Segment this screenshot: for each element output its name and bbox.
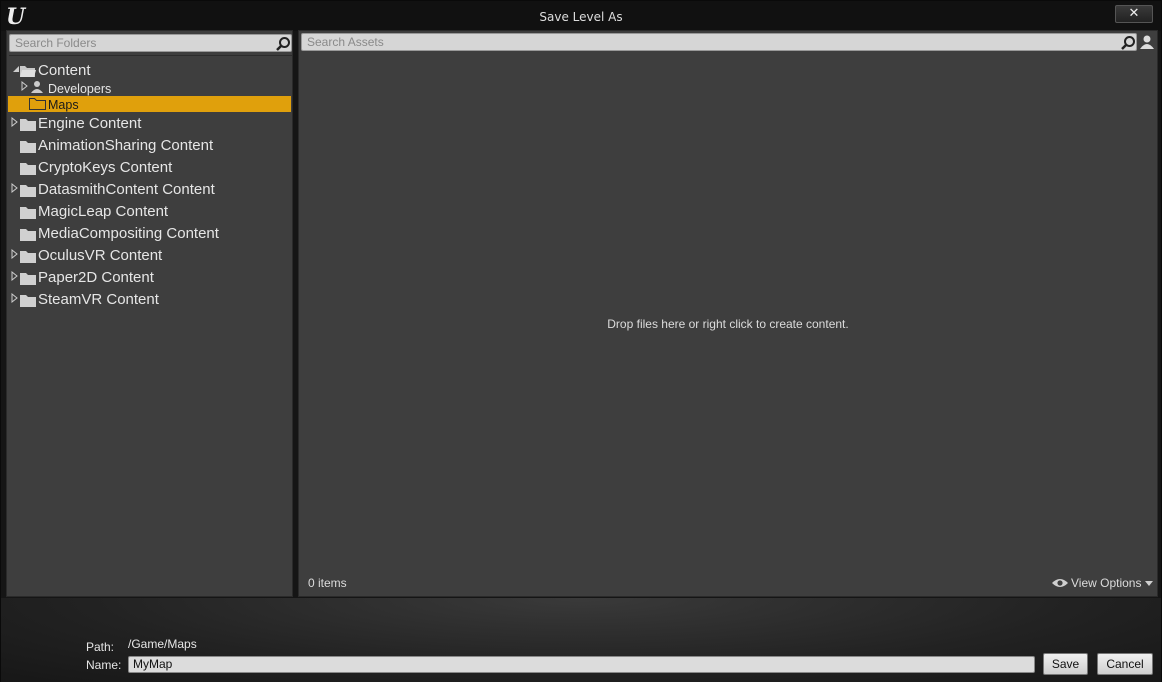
user-filter-icon[interactable] (1139, 34, 1155, 50)
view-options-label: View Options (1071, 576, 1142, 590)
tree-item-label: MediaCompositing Content (38, 225, 219, 242)
folder-open-icon (29, 98, 46, 110)
tree-item-content[interactable]: Content (7, 61, 292, 81)
empty-content-message: Drop files here or right click to create… (607, 317, 849, 331)
tree-item-label: SteamVR Content (38, 291, 159, 308)
tree-item-paper2d-content[interactable]: Paper2D Content (7, 268, 292, 288)
tree-item-label: MagicLeap Content (38, 203, 169, 220)
collapsed-arrow-icon[interactable] (11, 117, 19, 127)
save-level-dialog: U Save Level As ✕ Content Developer (0, 0, 1162, 682)
tree-item-label: OculusVR Content (38, 247, 163, 264)
title-bar[interactable]: U Save Level As ✕ (1, 1, 1161, 31)
folder-icon (20, 163, 36, 175)
folder-icon (20, 229, 36, 241)
user-icon (31, 81, 43, 93)
tree-item-animationsharing-content[interactable]: AnimationSharing Content (7, 136, 292, 156)
tree-item-label: Engine Content (38, 115, 142, 132)
tree-item-label: Maps (48, 98, 79, 112)
folder-icon (20, 251, 36, 263)
folder-search-box[interactable] (9, 34, 292, 52)
tree-item-developers[interactable]: Developers (7, 80, 292, 96)
path-value: /Game/Maps (128, 637, 197, 651)
search-icon[interactable] (275, 36, 291, 52)
search-icon[interactable] (1120, 35, 1136, 51)
divider (9, 55, 292, 56)
asset-search-input[interactable] (302, 34, 1136, 50)
folder-icon (20, 141, 36, 153)
tree-item-steamvr-content[interactable]: SteamVR Content (7, 290, 292, 310)
expanded-arrow-icon[interactable] (12, 64, 20, 74)
tree-item-label: CryptoKeys Content (38, 159, 173, 176)
item-count: 0 items (308, 576, 347, 590)
save-footer: Path: /Game/Maps Name: MyMap Save Cancel (1, 598, 1161, 682)
save-button[interactable]: Save (1043, 653, 1088, 675)
tree-item-cryptokeys-content[interactable]: CryptoKeys Content (7, 158, 292, 178)
tree-item-mediacompositing-content[interactable]: MediaCompositing Content (7, 224, 292, 244)
tree-item-maps[interactable]: Maps (8, 96, 291, 112)
tree-item-label: AnimationSharing Content (38, 137, 214, 154)
assets-panel[interactable]: Drop files here or right click to create… (298, 30, 1158, 597)
tree-item-engine-content[interactable]: Engine Content (7, 114, 292, 134)
folder-icon (20, 295, 36, 307)
asset-search-box[interactable] (301, 33, 1137, 51)
window-title: Save Level As (539, 10, 623, 24)
collapsed-arrow-icon[interactable] (11, 271, 19, 281)
tree-item-label: DatasmithContent Content (38, 181, 215, 198)
collapsed-arrow-icon[interactable] (21, 81, 29, 91)
folder-search-input[interactable] (10, 35, 291, 51)
chevron-down-icon (1145, 581, 1153, 586)
path-label: Path: (86, 640, 115, 654)
collapsed-arrow-icon[interactable] (11, 249, 19, 259)
name-input[interactable]: MyMap (128, 656, 1035, 673)
collapsed-arrow-icon[interactable] (11, 293, 19, 303)
folder-icon (20, 273, 36, 285)
cancel-button[interactable]: Cancel (1097, 653, 1153, 675)
folder-icon (20, 207, 36, 219)
folder-icon (20, 185, 36, 197)
eye-icon (1052, 579, 1068, 587)
close-button[interactable]: ✕ (1115, 5, 1153, 23)
folder-open-icon (20, 66, 36, 77)
tree-item-oculusvr-content[interactable]: OculusVR Content (7, 246, 292, 266)
tree-item-label: Developers (48, 82, 112, 96)
folder-icon (20, 119, 36, 131)
collapsed-arrow-icon[interactable] (11, 183, 19, 193)
folders-panel: Content Developers Maps Engine Content (6, 30, 293, 597)
view-options-button[interactable]: View Options (1051, 575, 1155, 591)
name-label: Name: (86, 658, 122, 672)
tree-item-label: Paper2D Content (38, 269, 154, 286)
tree-item-magicleap-content[interactable]: MagicLeap Content (7, 202, 292, 222)
tree-item-datasmithcontent-content[interactable]: DatasmithContent Content (7, 180, 292, 200)
tree-item-label: Content (38, 62, 91, 79)
